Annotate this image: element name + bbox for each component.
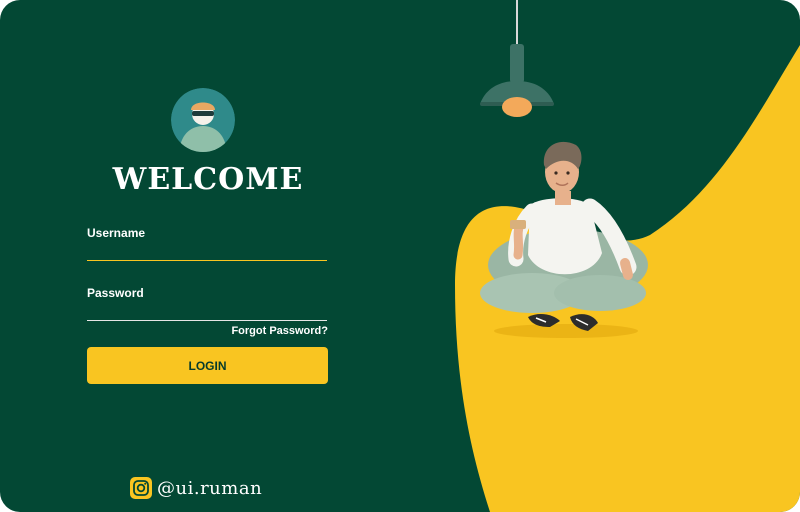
avatar bbox=[171, 88, 235, 152]
social-handle[interactable]: @ui.ruman bbox=[130, 477, 262, 499]
login-card: WELCOME Username Password Forgot Passwor… bbox=[0, 0, 800, 512]
instagram-icon[interactable] bbox=[130, 477, 152, 499]
page-title: WELCOME bbox=[112, 162, 304, 197]
pendant-lamp-icon bbox=[480, 0, 554, 117]
forgot-password-link[interactable]: Forgot Password? bbox=[231, 325, 328, 337]
user-avatar-icon bbox=[171, 88, 235, 152]
login-button[interactable]: LOGIN bbox=[87, 347, 328, 384]
person-sitting-illustration bbox=[480, 141, 648, 338]
username-input[interactable] bbox=[87, 238, 327, 261]
password-input[interactable] bbox=[87, 298, 327, 321]
instagram-handle[interactable]: @ui.ruman bbox=[157, 478, 262, 499]
